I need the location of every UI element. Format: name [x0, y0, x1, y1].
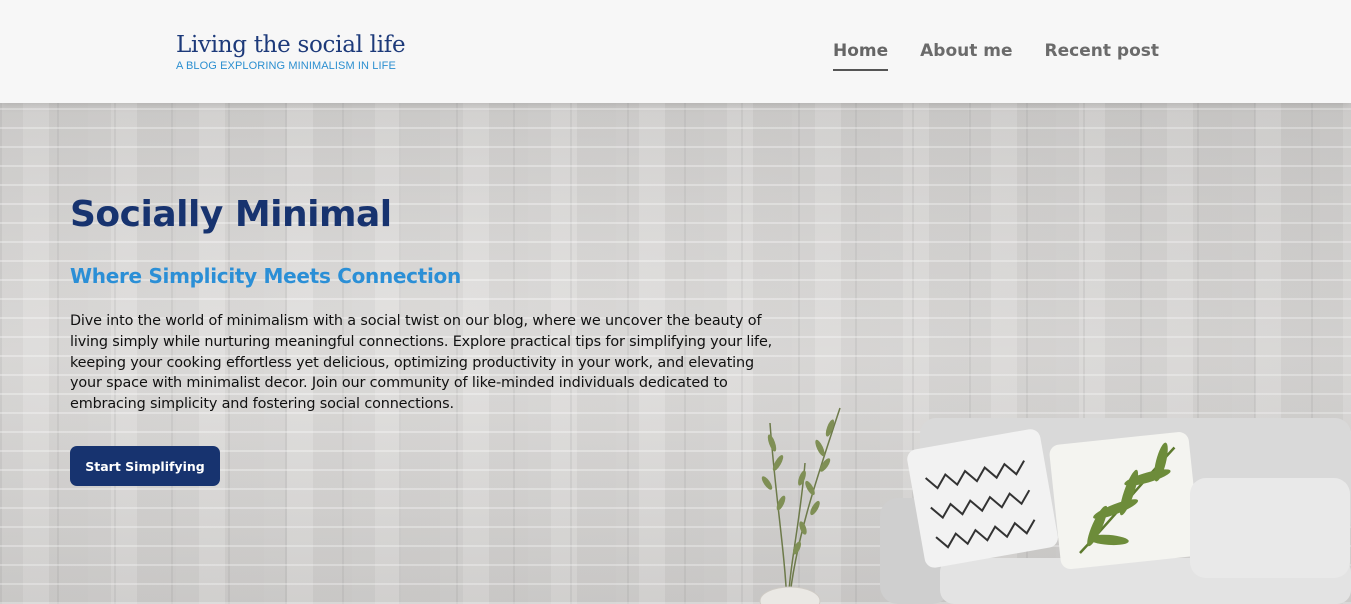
- plant-image: [759, 407, 841, 604]
- nav-item-home[interactable]: Home: [832, 40, 889, 71]
- hero-subtitle: Where Simplicity Meets Connection: [70, 264, 461, 288]
- nav-item-about-me[interactable]: About me: [920, 40, 1012, 71]
- hero-description: Dive into the world of minimalism with a…: [70, 313, 773, 413]
- site-header: Living the social life A BLOG EXPLORING …: [0, 0, 1351, 103]
- sofa-image: [880, 418, 1351, 604]
- site-title[interactable]: Living the social life: [176, 30, 406, 60]
- main-nav: Home About me Recent post: [832, 40, 1159, 71]
- nav-item-recent-post[interactable]: Recent post: [1045, 40, 1159, 71]
- hero-section: Socially Minimal Where Simplicity Meets …: [0, 103, 1351, 604]
- brand[interactable]: Living the social life A BLOG EXPLORING …: [176, 30, 406, 73]
- hero-title: Socially Minimal: [70, 194, 392, 235]
- start-simplifying-button[interactable]: Start Simplifying: [70, 446, 220, 486]
- page: Living the social life A BLOG EXPLORING …: [0, 0, 1351, 604]
- site-tagline: A BLOG EXPLORING MINIMALISM IN LIFE: [176, 60, 396, 72]
